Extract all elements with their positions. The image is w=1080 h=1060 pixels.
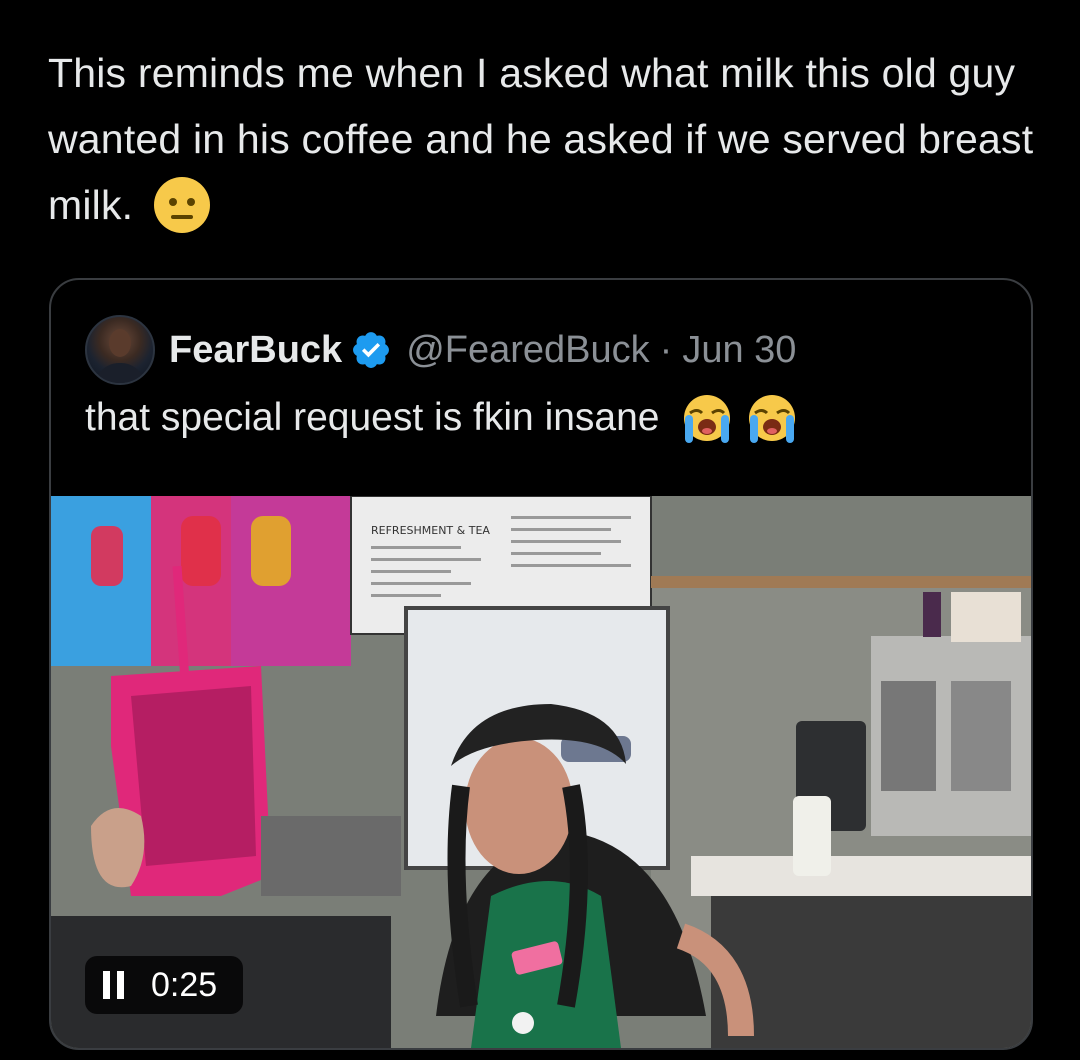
verified-badge-icon	[353, 332, 390, 368]
handle[interactable]: @FearedBuck	[406, 329, 649, 372]
tweet-text: This reminds me when I asked what milk t…	[48, 40, 1048, 238]
video-timestamp-badge[interactable]: 0:25	[85, 956, 243, 1014]
pause-icon[interactable]	[103, 971, 127, 999]
video-player[interactable]: REFRESHMENT & TEA 0:25	[51, 496, 1031, 1048]
display-name[interactable]: FearBuck	[169, 329, 342, 372]
quoted-tweet-text: that special request is fkin insane	[85, 390, 799, 447]
avatar[interactable]	[85, 315, 155, 385]
loudly-crying-face-icon	[684, 394, 731, 443]
quoted-tweet-card[interactable]: FearBuck @FearedBuck · Jun 30 that speci…	[49, 278, 1033, 1050]
quoted-tweet-header: FearBuck @FearedBuck · Jun 30	[85, 315, 796, 385]
neutral-face-emoji-icon	[153, 177, 210, 234]
separator: ·	[659, 328, 673, 371]
video-time: 0:25	[151, 965, 218, 1004]
menu-board-heading: REFRESHMENT & TEA	[371, 524, 490, 537]
quoted-tweet-body: that special request is fkin insane	[85, 396, 660, 439]
loudly-crying-face-icon	[749, 394, 796, 443]
tweet-date[interactable]: Jun 30	[682, 329, 796, 372]
